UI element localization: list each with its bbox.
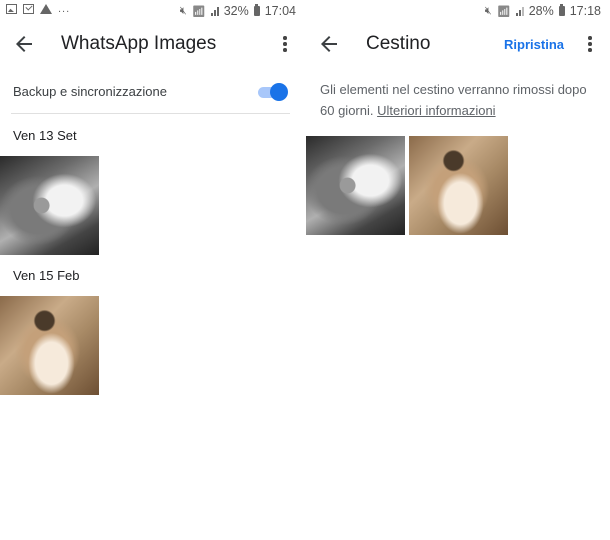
notification-icons: ... [6,3,71,15]
backup-sync-row[interactable]: Backup e sincronizzazione [13,80,290,104]
app-bar: Cestino Ripristina [305,26,610,62]
backup-sync-label: Backup e sincronizzazione [13,84,167,99]
more-notifications-icon: ... [58,3,71,15]
photo-thumbnail-gray-cat[interactable] [0,156,99,255]
page-title: WhatsApp Images [61,33,217,54]
more-options-button[interactable] [582,34,598,54]
battery-icon [253,4,260,16]
trash-photo-gray-cat[interactable] [306,136,405,235]
checkbox-icon [23,4,34,14]
more-vert-icon [588,36,592,40]
battery-percent: 32% [223,4,249,18]
mute-icon: 🔇︎ [484,4,492,17]
divider [11,113,290,114]
arrow-back-icon [321,36,337,52]
back-button[interactable] [12,32,36,56]
wifi-icon: 📶︎ [496,5,511,18]
date-header: Ven 13 Set [13,128,77,143]
restore-button[interactable]: Ripristina [504,37,564,52]
page-title: Cestino [366,33,431,54]
app-bar: WhatsApp Images [0,26,305,62]
mute-icon: 🔇︎ [179,4,187,17]
arrow-back-icon [16,36,32,52]
more-options-button[interactable] [277,34,293,54]
signal-icon [210,6,219,16]
status-bar: 🔇︎ 📶︎ 28% 17:18 [305,0,610,22]
status-bar: ... 🔇︎ 📶︎ 32% 17:04 [0,0,305,22]
date-header: Ven 15 Feb [13,268,80,283]
battery-percent: 28% [528,4,554,18]
clock: 17:04 [264,4,296,18]
wifi-icon: 📶︎ [191,5,206,18]
trash-photo-sepia-cat[interactable] [409,136,508,235]
clock: 17:18 [569,4,601,18]
trash-screen: 🔇︎ 📶︎ 28% 17:18 Cestino Ripristina Gli e… [305,0,610,540]
backup-sync-toggle[interactable] [258,82,288,102]
learn-more-link[interactable]: Ulteriori informazioni [377,103,495,118]
trash-info-text: Gli elementi nel cestino verranno rimoss… [320,79,602,121]
warning-icon [40,4,52,14]
more-vert-icon [283,36,287,40]
back-button[interactable] [317,32,341,56]
toggle-thumb [270,83,288,101]
signal-icon [515,6,524,16]
photo-thumbnail-sepia-cat[interactable] [0,296,99,395]
whatsapp-images-screen: ... 🔇︎ 📶︎ 32% 17:04 WhatsApp Images Back… [0,0,305,540]
system-status: 🔇︎ 📶︎ 32% 17:04 [180,4,296,18]
system-status: 🔇︎ 📶︎ 28% 17:18 [485,4,601,18]
gallery-icon [6,4,17,14]
battery-icon [558,4,565,16]
